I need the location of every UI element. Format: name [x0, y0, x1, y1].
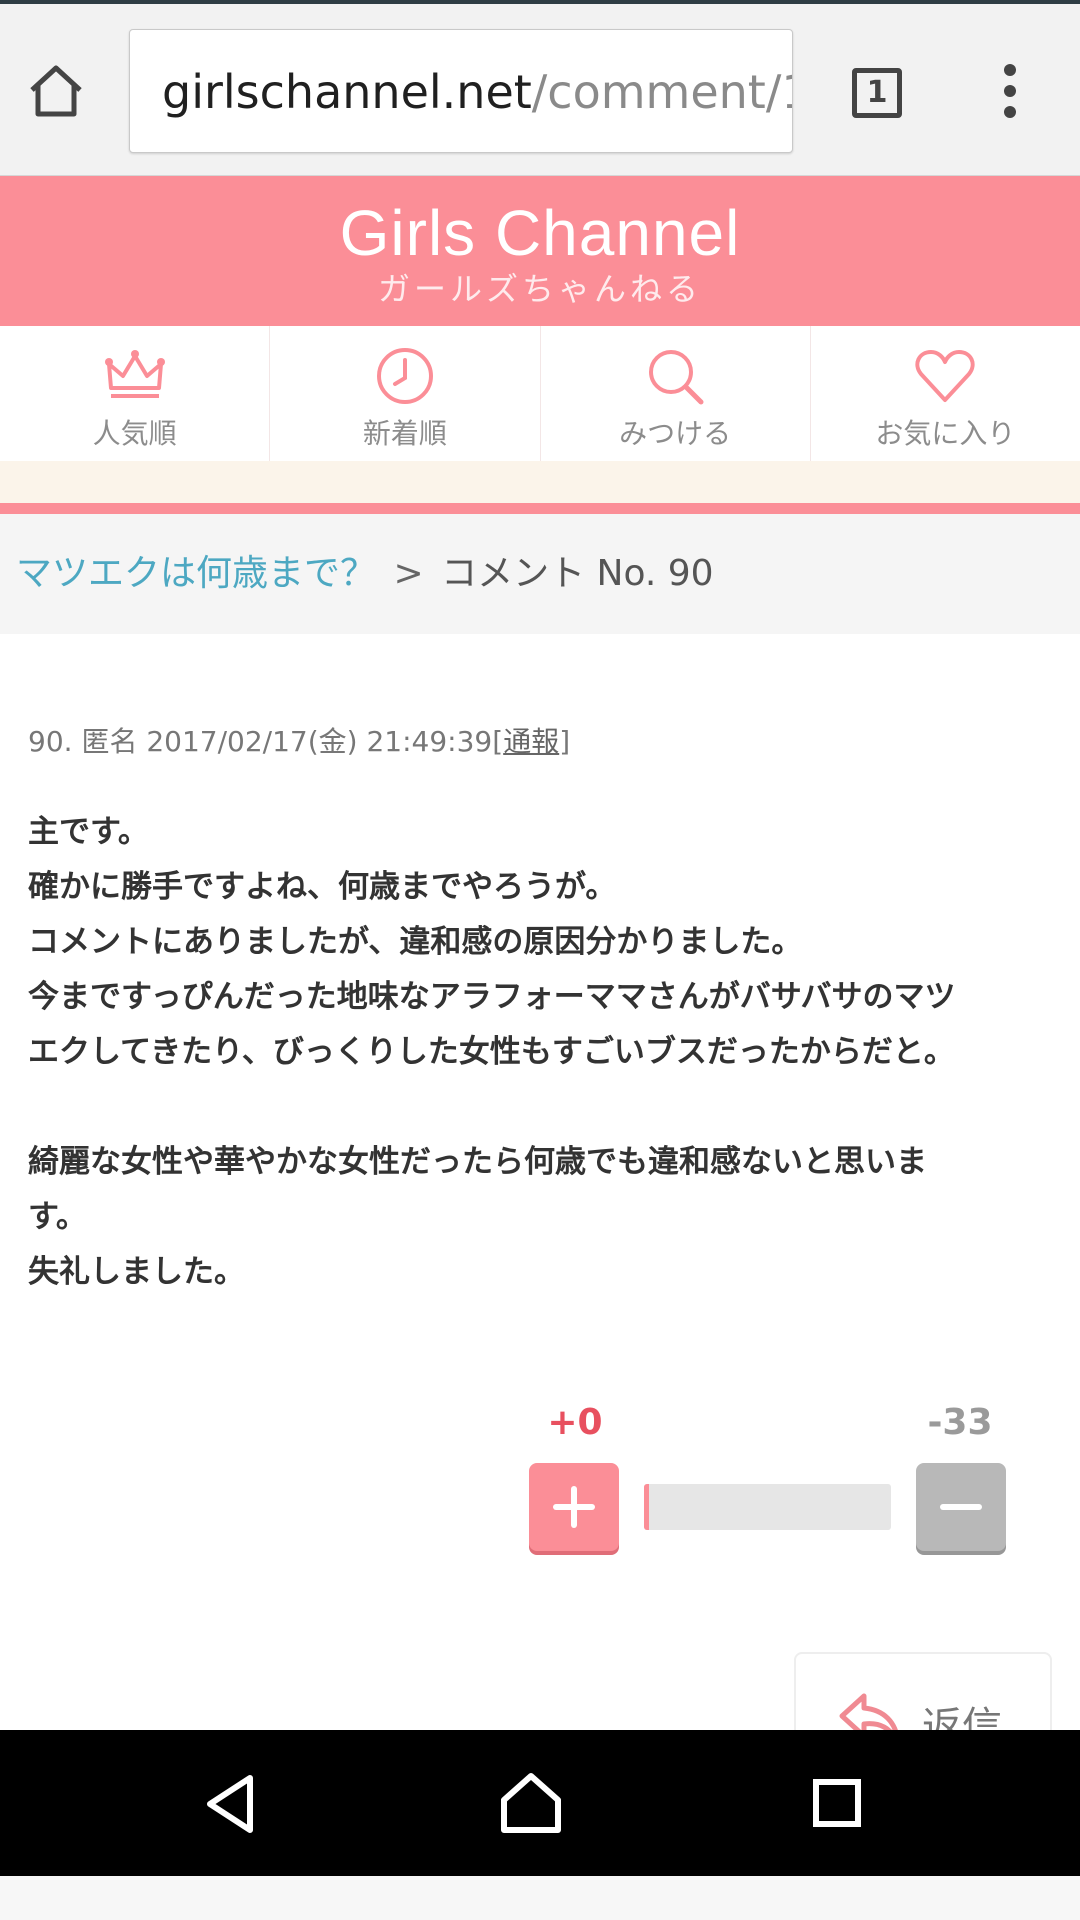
nav-item-search[interactable]: みつける [541, 326, 811, 461]
site-header[interactable]: Girls Channel ガールズちゃんねる [0, 176, 1080, 326]
notice-strip [0, 461, 1080, 503]
nav-item-popular[interactable]: 人気順 [0, 326, 271, 461]
nav-item-newest[interactable]: 新着順 [270, 326, 541, 461]
nav-item-favorites[interactable]: お気に入り [811, 326, 1080, 461]
site-logo-title: Girls Channel [339, 197, 741, 269]
comment-body: 主です。 確かに勝手ですよね、何歳までやろうが。 コメントにありましたが、違和感… [28, 805, 1038, 1300]
heart-icon [915, 350, 975, 402]
nav-label-search: みつける [619, 417, 732, 450]
address-bar[interactable]: girlschannel.net/comment/1 [129, 29, 793, 153]
vote-ratio-bar [644, 1484, 891, 1530]
comment-datetime: 2017/02/17(金) 21:49:39 [146, 725, 493, 758]
comment-author: 匿名 [81, 725, 138, 758]
tab-switcher-button[interactable]: 1 [852, 68, 902, 118]
vote-ratio-fill [644, 1484, 649, 1530]
overflow-menu-icon[interactable] [995, 64, 1025, 124]
recent-apps-icon[interactable] [812, 1778, 862, 1828]
crown-icon [104, 350, 165, 398]
plus-vote-count: +0 [547, 1402, 603, 1443]
header-divider [0, 503, 1080, 514]
comment-line: す。 [28, 1199, 87, 1235]
home-icon[interactable] [498, 1770, 564, 1836]
comment-line: 今まですっぴんだった地味なアラフォーママさんがバサバサのマツ [28, 979, 956, 1015]
url-path: /comment/1 [531, 65, 793, 119]
nav-label-newest: 新着順 [362, 417, 447, 450]
category-nav: 人気順 新着順 みつける お気に入り [0, 326, 1080, 461]
comment-line: 失礼しました。 [28, 1254, 245, 1290]
minus-icon [940, 1504, 982, 1510]
breadcrumb: マツエクは何歳まで？ > コメント No. 90 [0, 514, 1080, 634]
minus-vote-button[interactable] [916, 1463, 1006, 1551]
url-host: girlschannel.net [162, 65, 532, 119]
report-link[interactable]: 通報 [503, 725, 559, 758]
comment-line: 主です。 [28, 814, 149, 850]
comment-line: 綺麗な女性や華やかな女性だったら何歳でも違和感ないと思いま [28, 1144, 927, 1180]
site-logo-subtitle: ガールズちゃんねる [377, 270, 702, 308]
plus-vote-button[interactable] [529, 1463, 619, 1551]
back-icon[interactable] [200, 1772, 260, 1836]
clock-icon [376, 348, 433, 404]
browser-home-icon[interactable] [26, 60, 86, 120]
comment-line: エクしてきたり、びっくりした女性もすごいブスだったからだと。 [28, 1034, 955, 1070]
comment-number: 90. [28, 725, 73, 758]
system-nav-bar [0, 1730, 1080, 1876]
search-icon [649, 350, 704, 405]
breadcrumb-separator: > [393, 553, 424, 594]
nav-label-favorites: お気に入り [875, 417, 1016, 450]
nav-label-popular: 人気順 [92, 417, 177, 450]
comment-meta: 90. 匿名 2017/02/17(金) 21:49:39[通報] [28, 725, 571, 758]
bottom-blank [0, 1876, 1080, 1920]
comment-line: コメントにありましたが、違和感の原因分かりました。 [28, 924, 803, 960]
plus-icon [553, 1486, 595, 1528]
minus-vote-count: -33 [927, 1402, 993, 1443]
breadcrumb-topic-link[interactable]: マツエクは何歳まで？ [16, 553, 376, 594]
breadcrumb-current: コメント No. 90 [441, 553, 714, 594]
comment-line [28, 1080, 1038, 1135]
comment-line: 確かに勝手ですよね、何歳までやろうが。 [28, 869, 617, 905]
browser-toolbar: girlschannel.net/comment/1 1 [0, 4, 1080, 176]
